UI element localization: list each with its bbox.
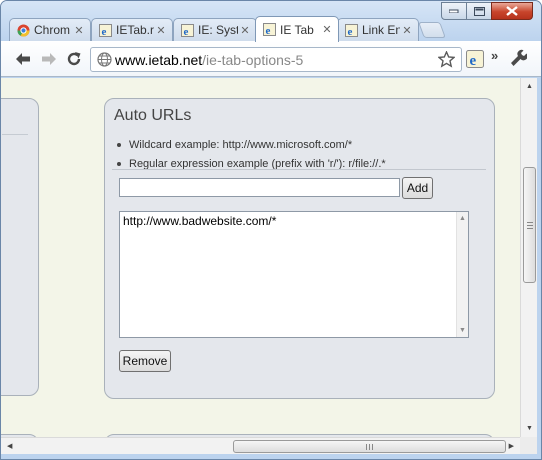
svg-text:e: e xyxy=(183,26,188,37)
bookmark-star-icon[interactable] xyxy=(437,50,456,71)
auto-urls-panel: Auto URLs Wildcard example: http://www.m… xyxy=(104,98,495,399)
ie-icon: e xyxy=(344,23,358,37)
scrollbar-corner xyxy=(520,437,537,454)
scroll-right-arrow-icon[interactable]: ▶ xyxy=(509,442,514,450)
globe-icon xyxy=(93,52,115,67)
list-item[interactable]: http://www.badwebsite.com/* xyxy=(123,214,276,228)
maximize-icon xyxy=(473,6,485,16)
tab-title: Chrom xyxy=(34,23,71,37)
list-item: Wildcard example: http://www.microsoft.c… xyxy=(114,135,386,154)
tab-strip: Chrom ✕ e IETab.r ✕ e IE: Syst ✕ e IE Ta… xyxy=(9,16,449,42)
remove-button[interactable]: Remove xyxy=(119,350,171,372)
auto-urls-listbox[interactable]: http://www.badwebsite.com/* ▲ ▼ xyxy=(119,211,469,338)
browser-window: Chrom ✕ e IETab.r ✕ e IE: Syst ✕ e IE Ta… xyxy=(0,0,542,460)
svg-text:e: e xyxy=(265,25,270,36)
tab-close-icon[interactable]: ✕ xyxy=(320,23,334,36)
bullet-icon xyxy=(117,161,121,166)
address-bar[interactable]: www.ietab.net/ie-tab-options-5 xyxy=(90,47,462,72)
reload-button[interactable] xyxy=(64,49,84,69)
tab-title: IE: Syst xyxy=(198,23,238,37)
forward-button[interactable] xyxy=(39,49,59,69)
tab-close-icon[interactable]: ✕ xyxy=(238,24,252,37)
maximize-button[interactable] xyxy=(466,2,492,20)
scroll-down-arrow-icon[interactable]: ▼ xyxy=(459,327,466,334)
ie-icon: e xyxy=(262,23,276,37)
listbox-scrollbar[interactable]: ▲ ▼ xyxy=(456,212,468,337)
back-button[interactable] xyxy=(13,49,33,69)
scroll-up-arrow-icon[interactable]: ▲ xyxy=(459,215,466,222)
tab-ietab-net[interactable]: e IETab.r ✕ xyxy=(91,18,173,41)
auto-url-input[interactable] xyxy=(119,178,400,197)
page-content: Auto URLs Wildcard example: http://www.m… xyxy=(1,78,520,437)
ie-icon: e xyxy=(180,23,194,37)
tab-close-icon[interactable]: ✕ xyxy=(400,24,414,37)
add-button[interactable]: Add xyxy=(402,177,433,199)
horizontal-scrollbar[interactable]: ◀ ▶ xyxy=(1,437,520,454)
list-item: Regular expression example (prefix with … xyxy=(114,154,386,173)
wildcard-example-text: Wildcard example: http://www.microsoft.c… xyxy=(129,138,353,151)
close-icon xyxy=(506,6,518,16)
tab-close-icon[interactable]: ✕ xyxy=(154,24,168,37)
svg-text:e: e xyxy=(347,26,352,37)
tab-close-icon[interactable]: ✕ xyxy=(72,24,86,37)
reload-icon xyxy=(67,52,81,66)
new-tab-button[interactable] xyxy=(418,22,446,38)
panel-title: Auto URLs xyxy=(114,107,192,124)
back-arrow-icon xyxy=(16,53,30,65)
toolbar: www.ietab.net/ie-tab-options-5 e » xyxy=(1,41,541,77)
window-controls xyxy=(441,2,533,20)
svg-text:e: e xyxy=(101,26,106,37)
tab-title: IETab.r xyxy=(116,23,154,37)
close-window-button[interactable] xyxy=(491,2,533,20)
chrome-icon xyxy=(16,23,30,37)
extensions-overflow-chevron[interactable]: » xyxy=(491,48,498,63)
tab-ie-syst[interactable]: e IE: Syst ✕ xyxy=(173,18,257,41)
tab-ie-tab-active[interactable]: e IE Tab ✕ xyxy=(255,16,339,42)
ie-tab-extension-icon[interactable]: e xyxy=(466,50,484,69)
forward-arrow-icon xyxy=(42,53,56,65)
wrench-menu-icon[interactable] xyxy=(509,49,528,72)
url-host: www.ietab.net xyxy=(115,51,203,68)
tab-title: IE Tab xyxy=(280,22,314,37)
url-path: /ie-tab-options-5 xyxy=(202,51,304,68)
panel-divider xyxy=(112,169,486,170)
svg-text:e: e xyxy=(470,53,477,68)
scroll-left-arrow-icon[interactable]: ◀ xyxy=(7,442,12,450)
vertical-scrollbar[interactable]: ▲ ▼ xyxy=(520,78,537,437)
scroll-up-arrow-icon[interactable]: ▲ xyxy=(526,83,533,90)
horizontal-scroll-thumb[interactable] xyxy=(233,440,506,453)
scroll-down-arrow-icon[interactable]: ▼ xyxy=(526,425,533,432)
panel-divider xyxy=(2,134,28,135)
minimize-icon xyxy=(449,9,459,13)
regex-example-text: Regular expression example (prefix with … xyxy=(129,157,386,170)
examples-list: Wildcard example: http://www.microsoft.c… xyxy=(114,135,386,173)
left-options-panel xyxy=(1,98,39,396)
vertical-scroll-thumb[interactable] xyxy=(523,167,536,283)
tab-title: Link En xyxy=(362,23,400,37)
ie-icon: e xyxy=(98,23,112,37)
tab-chrome[interactable]: Chrom ✕ xyxy=(9,18,91,41)
tab-link-en[interactable]: e Link En ✕ xyxy=(337,18,419,41)
bullet-icon xyxy=(117,142,121,147)
